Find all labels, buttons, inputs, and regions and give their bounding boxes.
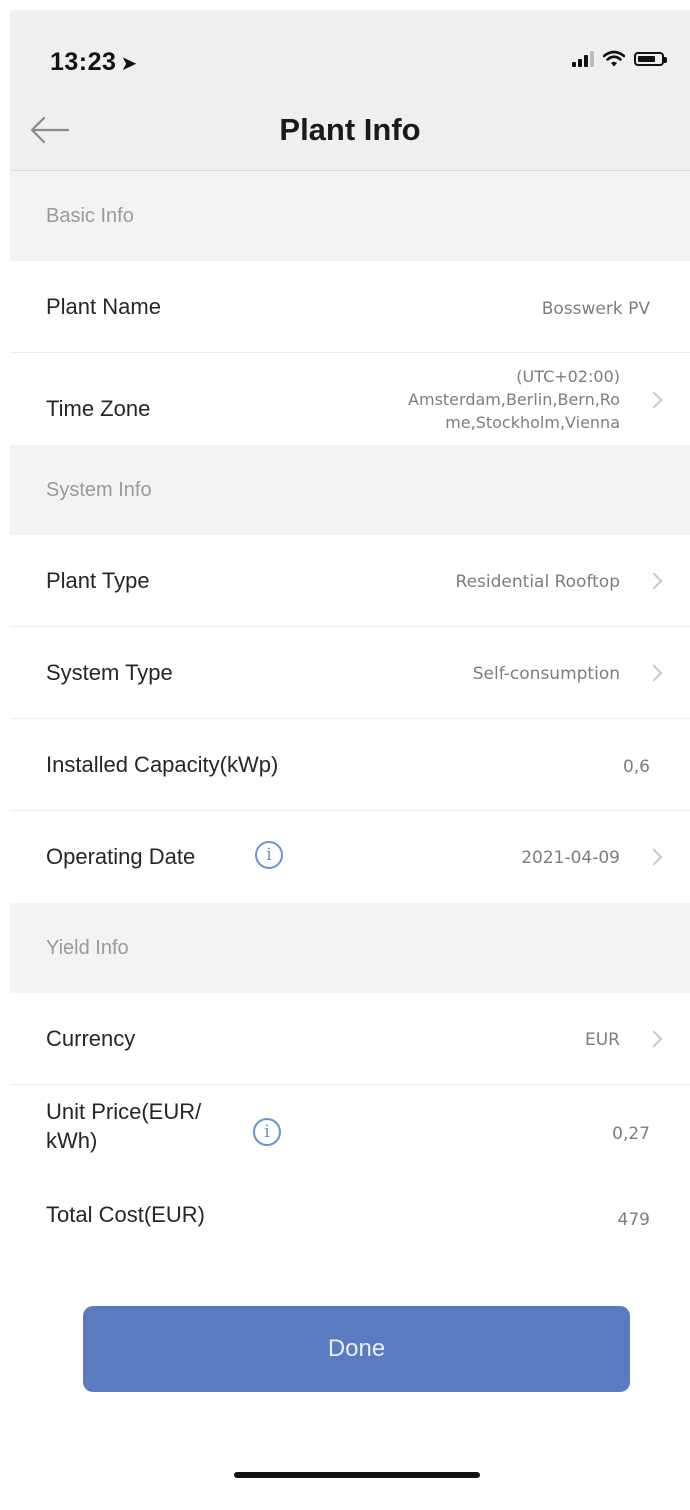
total-cost-label: Total Cost(EUR)	[46, 1202, 205, 1227]
chevron-right-icon	[645, 572, 663, 590]
plant-type-row[interactable]: Plant Type Residential Rooftop	[10, 535, 690, 627]
info-icon[interactable]: i	[253, 1118, 281, 1146]
location-arrow-icon: ➤	[120, 53, 138, 75]
plant-type-value: Residential Rooftop	[455, 572, 620, 592]
time-zone-label: Time Zone	[46, 396, 151, 421]
chevron-right-icon	[645, 391, 663, 409]
time-zone-value: (UTC+02:00) Amsterdam,Berlin,Bern,Ro me,…	[320, 365, 620, 434]
chevron-right-icon	[645, 1030, 663, 1048]
unit-price-label: Unit Price(EUR/ kWh)	[46, 1097, 201, 1155]
done-button[interactable]: Done	[83, 1306, 630, 1392]
chevron-right-icon	[645, 664, 663, 682]
clock-time: 13:23	[50, 48, 117, 76]
navigation-bar: Plant Info	[10, 90, 690, 171]
plant-type-label: Plant Type	[46, 568, 150, 593]
installed-capacity-row[interactable]: Installed Capacity(kWp) 0,6	[10, 719, 690, 811]
operating-date-value: 2021-04-09	[521, 848, 620, 868]
info-icon[interactable]: i	[255, 841, 283, 869]
status-time: 13:23 ➤	[50, 48, 138, 77]
status-bar: 13:23 ➤	[10, 10, 690, 100]
installed-capacity-value: 0,6	[622, 757, 650, 777]
time-zone-cities-line1: Amsterdam,Berlin,Bern,Ro	[408, 390, 620, 409]
app-screen: 13:23 ➤ Plant Info Basic Info Plant Name…	[10, 10, 690, 1510]
system-type-row[interactable]: System Type Self-consumption	[10, 627, 690, 719]
home-indicator[interactable]	[234, 1472, 480, 1478]
plant-name-value: Bosswerk PV	[541, 299, 650, 319]
currency-label: Currency	[46, 1026, 136, 1051]
plant-name-row[interactable]: Plant Name Bosswerk PV	[10, 261, 690, 353]
time-zone-row[interactable]: Time Zone (UTC+02:00) Amsterdam,Berlin,B…	[10, 353, 690, 445]
status-icons	[572, 50, 667, 68]
operating-date-label: Operating Date	[46, 844, 196, 869]
cellular-signal-icon	[572, 51, 594, 67]
currency-value: EUR	[585, 1030, 620, 1050]
operating-date-row[interactable]: Operating Date i 2021-04-09	[10, 811, 690, 903]
unit-price-value: 0,27	[612, 1124, 650, 1144]
total-cost-value: 479	[617, 1210, 650, 1230]
section-header-system-info: System Info	[10, 445, 690, 535]
page-title: Plant Info	[279, 112, 421, 147]
chevron-right-icon	[645, 848, 663, 866]
currency-row[interactable]: Currency EUR	[10, 993, 690, 1085]
battery-icon	[634, 52, 667, 66]
system-type-value: Self-consumption	[472, 664, 620, 684]
unit-price-label-line2: kWh)	[46, 1128, 98, 1153]
installed-capacity-label: Installed Capacity(kWp)	[46, 752, 279, 777]
total-cost-row[interactable]: Total Cost(EUR) 479	[10, 1180, 690, 1252]
time-zone-offset: (UTC+02:00)	[516, 367, 620, 386]
time-zone-cities-line2: me,Stockholm,Vienna	[445, 413, 620, 432]
unit-price-row[interactable]: Unit Price(EUR/ kWh) i 0,27	[10, 1085, 690, 1180]
section-header-basic-info: Basic Info	[10, 171, 690, 261]
wifi-icon	[603, 50, 625, 67]
system-type-label: System Type	[46, 660, 173, 685]
section-header-yield-info: Yield Info	[10, 903, 690, 993]
plant-name-label: Plant Name	[46, 294, 161, 319]
unit-price-label-line1: Unit Price(EUR/	[46, 1099, 202, 1124]
